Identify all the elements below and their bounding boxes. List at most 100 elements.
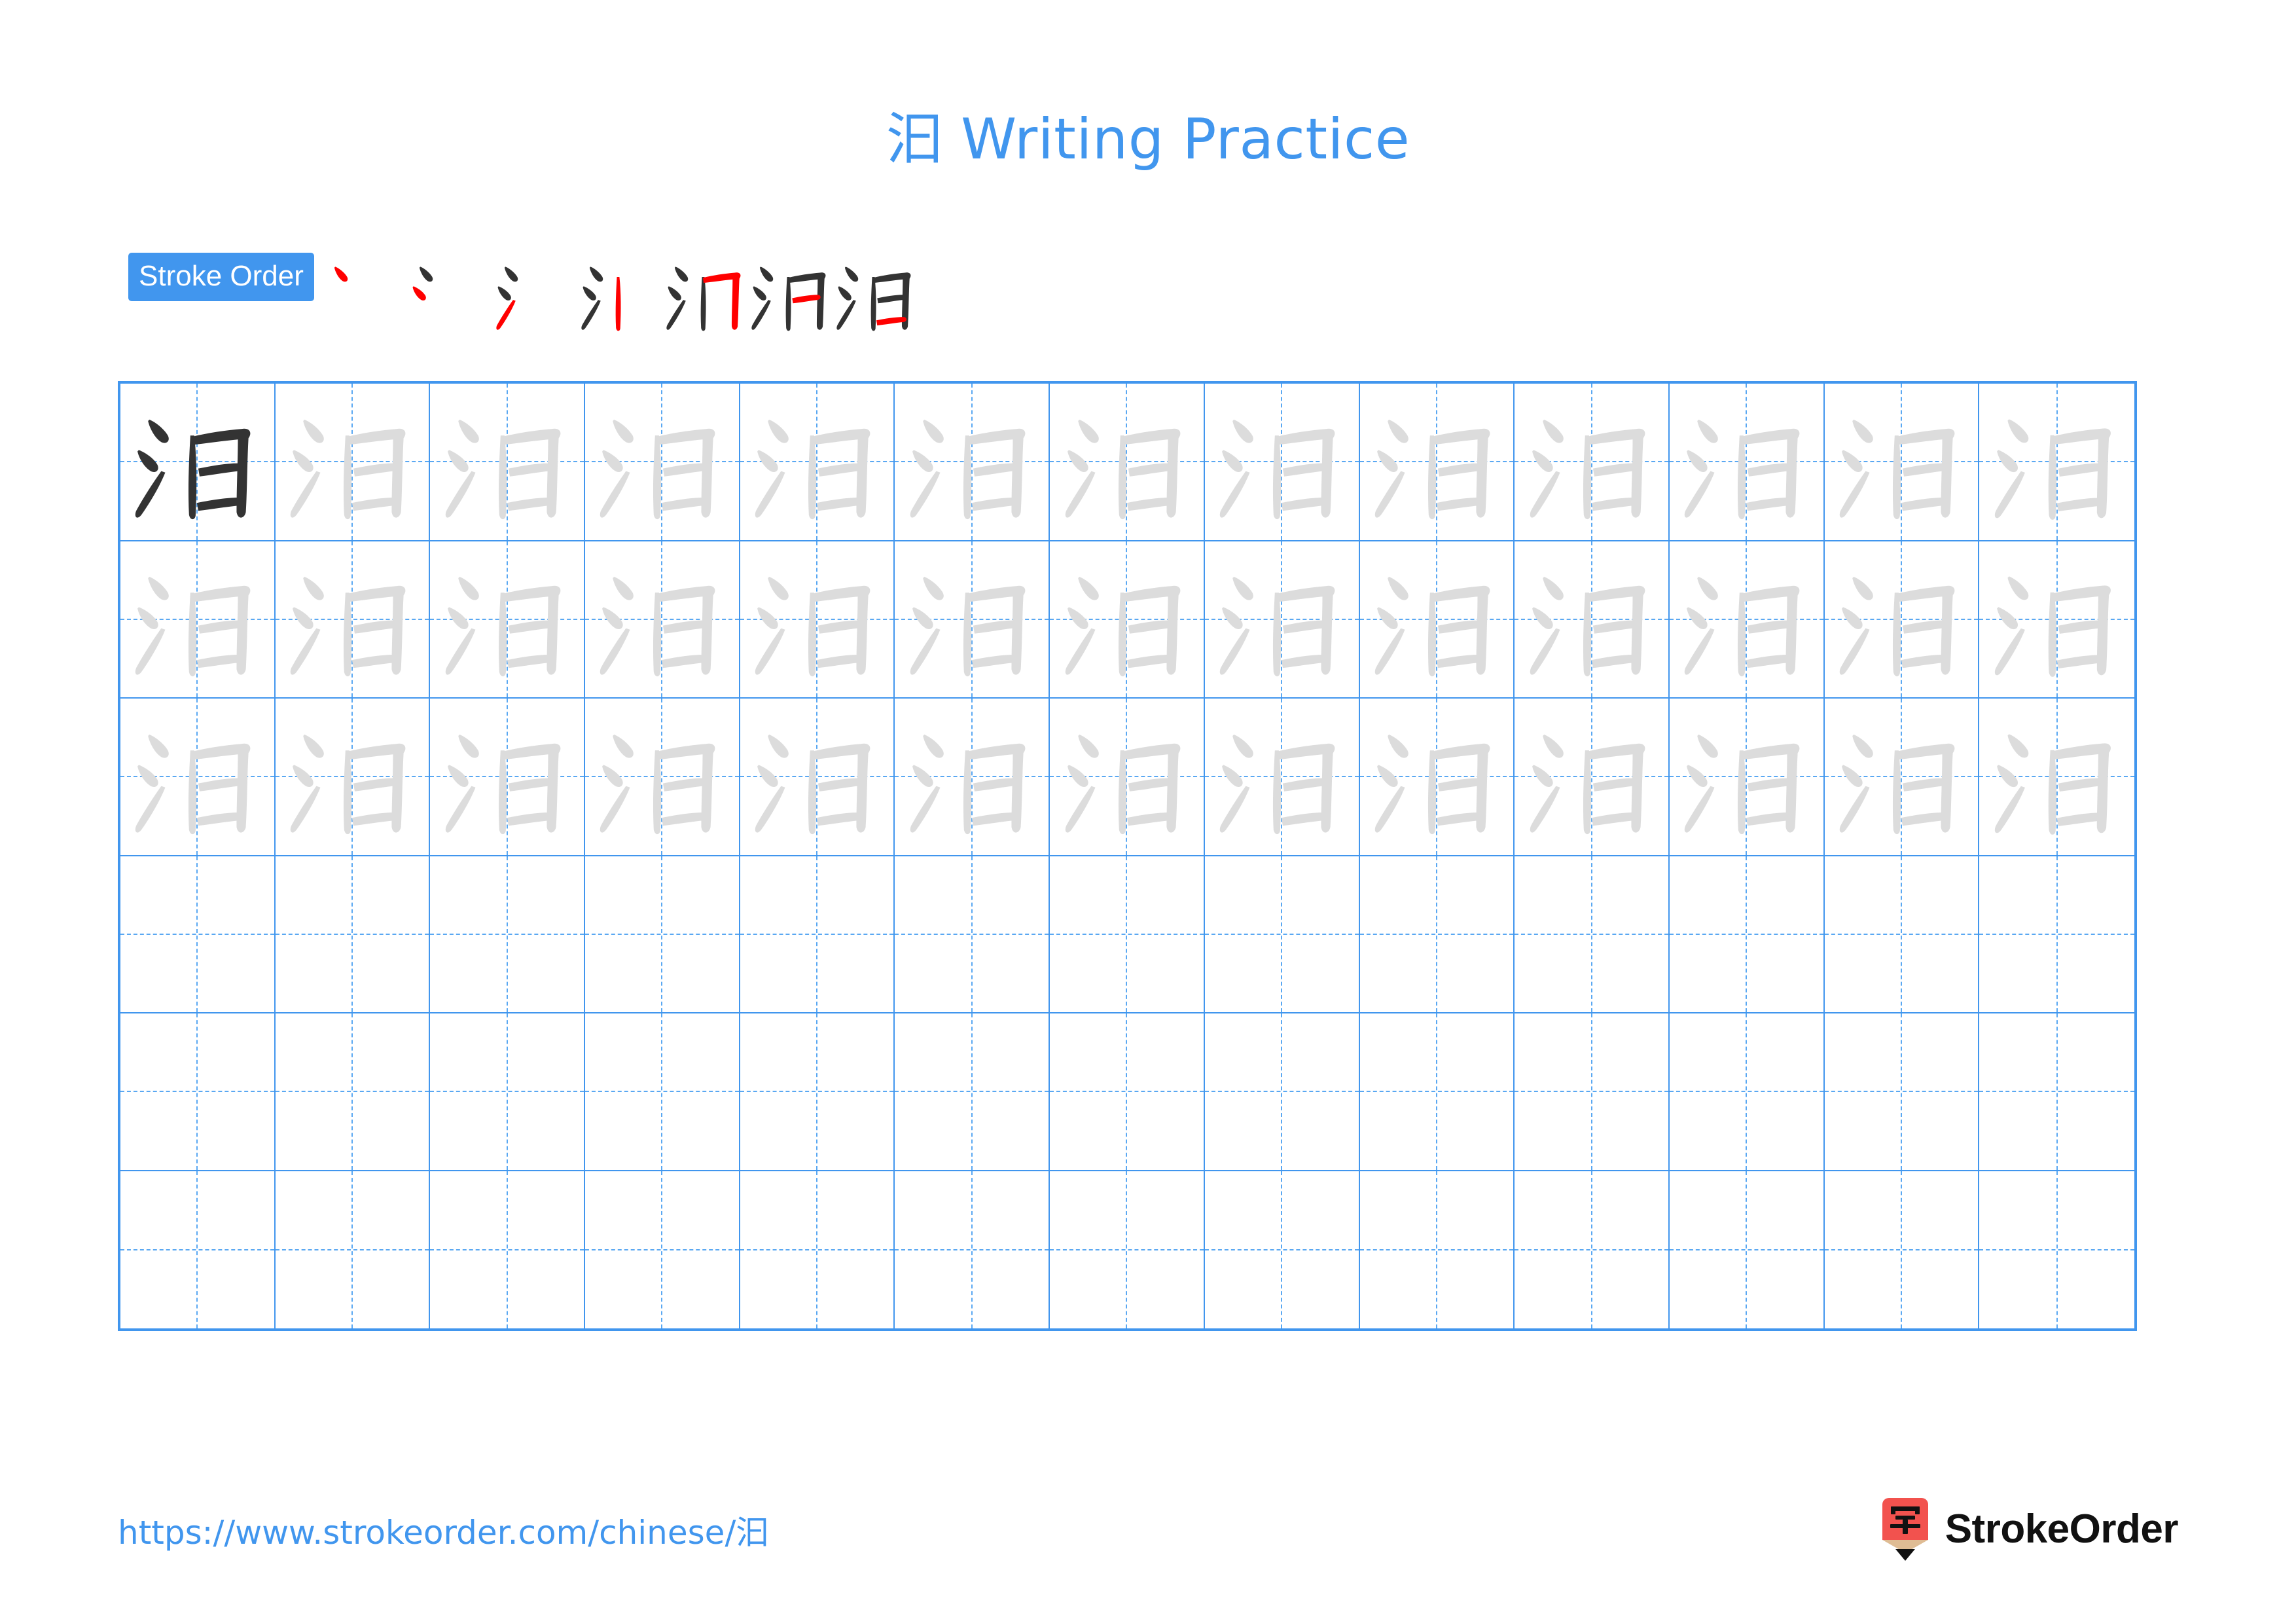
practice-cell[interactable]: [1824, 541, 1980, 699]
practice-cell[interactable]: [1050, 384, 1205, 541]
practice-cell[interactable]: [895, 384, 1050, 541]
practice-cell[interactable]: [1204, 856, 1360, 1013]
brand-name: StrokeOrder: [1945, 1506, 2179, 1552]
character-glyph: [740, 699, 894, 855]
practice-cell[interactable]: [1669, 541, 1825, 699]
character-glyph: [276, 541, 429, 698]
stroke-order-steps: [323, 251, 919, 337]
practice-cell[interactable]: [740, 856, 895, 1013]
practice-cell[interactable]: [740, 541, 895, 699]
practice-cell[interactable]: [585, 1013, 740, 1171]
practice-cell[interactable]: [120, 384, 276, 541]
practice-cell[interactable]: [1979, 1171, 2134, 1329]
practice-cell[interactable]: [430, 1171, 586, 1328]
practice-cell[interactable]: [585, 541, 740, 699]
practice-cell[interactable]: [1824, 699, 1980, 856]
practice-cell[interactable]: [1050, 1171, 1205, 1328]
practice-cell[interactable]: [1669, 1013, 1825, 1171]
practice-cell[interactable]: [740, 1013, 895, 1171]
practice-cell[interactable]: [585, 1171, 740, 1328]
practice-cell[interactable]: [1669, 384, 1825, 541]
practice-cell[interactable]: [430, 856, 586, 1013]
practice-cell[interactable]: [1824, 384, 1980, 541]
practice-cell[interactable]: [895, 541, 1050, 699]
practice-cell[interactable]: [585, 384, 740, 541]
practice-cell[interactable]: [1979, 1013, 2134, 1171]
practice-cell[interactable]: [1204, 1013, 1360, 1171]
practice-cell[interactable]: [1824, 856, 1980, 1013]
practice-cell[interactable]: [585, 856, 740, 1013]
stroke-order-badge: Stroke Order: [128, 253, 314, 301]
practice-cell[interactable]: [1825, 1171, 1980, 1328]
practice-cell[interactable]: [275, 541, 431, 699]
practice-cell[interactable]: [1050, 541, 1205, 699]
stroke-step-2: [408, 251, 493, 337]
character-glyph: [585, 541, 739, 698]
practice-cell[interactable]: [275, 1013, 431, 1171]
practice-cell[interactable]: [1204, 541, 1360, 699]
practice-cell[interactable]: [120, 541, 276, 699]
practice-cell[interactable]: [1515, 384, 1670, 541]
practice-cell[interactable]: [275, 384, 431, 541]
practice-cell[interactable]: [1669, 856, 1825, 1013]
practice-cell[interactable]: [895, 1171, 1050, 1328]
practice-cell[interactable]: [1979, 384, 2134, 541]
brand-logo[interactable]: StrokeOrder: [1880, 1498, 2179, 1561]
page-title-text: 汩 Writing Practice: [886, 107, 1410, 172]
practice-cell[interactable]: [1359, 699, 1515, 856]
practice-cell[interactable]: [430, 699, 586, 856]
practice-cell[interactable]: [1979, 856, 2134, 1013]
practice-cell[interactable]: [740, 699, 895, 856]
practice-cell[interactable]: [1515, 1013, 1670, 1171]
character-glyph: [1670, 541, 1823, 698]
character-glyph: [1515, 699, 1668, 855]
practice-cell[interactable]: [1359, 384, 1515, 541]
practice-cell[interactable]: [1050, 699, 1205, 856]
practice-cell[interactable]: [1515, 541, 1670, 699]
practice-cell[interactable]: [1515, 856, 1670, 1013]
practice-cell[interactable]: [1050, 1013, 1205, 1171]
character-glyph: [1979, 699, 2134, 855]
character-glyph: [276, 384, 429, 540]
character-glyph: [895, 384, 1049, 540]
practice-cell[interactable]: [1359, 856, 1515, 1013]
practice-cell[interactable]: [120, 1171, 276, 1328]
practice-cell[interactable]: [740, 384, 895, 541]
practice-cell[interactable]: [1204, 699, 1360, 856]
character-glyph: [120, 699, 274, 855]
character-glyph: [1360, 384, 1514, 540]
footer-url-text: https://www.strokeorder.com/chinese/汩: [118, 1514, 769, 1552]
character-glyph: [1205, 699, 1359, 855]
practice-cell[interactable]: [1824, 1013, 1980, 1171]
character-glyph: [585, 699, 739, 855]
practice-cell[interactable]: [1669, 699, 1825, 856]
practice-cell[interactable]: [1359, 541, 1515, 699]
practice-cell[interactable]: [430, 1013, 586, 1171]
practice-cell[interactable]: [120, 1013, 276, 1171]
practice-cell[interactable]: [1515, 1171, 1670, 1328]
practice-cell[interactable]: [1360, 1171, 1515, 1328]
practice-cell[interactable]: [1205, 1171, 1360, 1328]
character-glyph: [740, 541, 894, 698]
practice-cell[interactable]: [275, 856, 431, 1013]
practice-cell[interactable]: [430, 541, 586, 699]
practice-cell[interactable]: [1050, 856, 1205, 1013]
practice-cell[interactable]: [1670, 1171, 1825, 1328]
practice-cell[interactable]: [430, 384, 586, 541]
practice-cell[interactable]: [585, 699, 740, 856]
practice-cell[interactable]: [1359, 1013, 1515, 1171]
practice-cell[interactable]: [895, 856, 1050, 1013]
practice-cell[interactable]: [1515, 699, 1670, 856]
practice-cell[interactable]: [275, 699, 431, 856]
practice-cell[interactable]: [120, 699, 276, 856]
footer-url[interactable]: https://www.strokeorder.com/chinese/汩: [118, 1516, 768, 1549]
practice-cell[interactable]: [895, 699, 1050, 856]
practice-cell[interactable]: [120, 856, 276, 1013]
practice-cell[interactable]: [895, 1013, 1050, 1171]
character-glyph: [895, 699, 1049, 855]
practice-cell[interactable]: [1204, 384, 1360, 541]
practice-cell[interactable]: [1979, 541, 2134, 699]
practice-cell[interactable]: [1979, 699, 2134, 856]
practice-cell[interactable]: [276, 1171, 431, 1328]
practice-cell[interactable]: [740, 1171, 895, 1328]
